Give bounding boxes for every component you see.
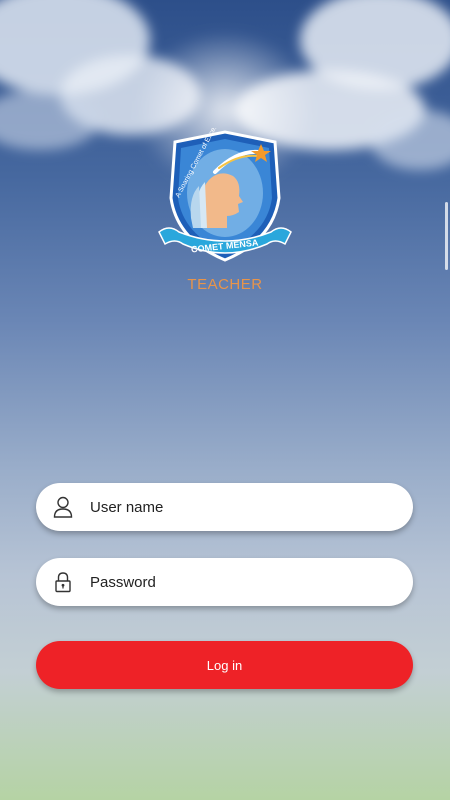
login-screen: A Soaring Comet of Excellence COMET MENS… bbox=[0, 0, 450, 800]
username-input[interactable] bbox=[90, 492, 380, 522]
user-icon bbox=[53, 496, 73, 518]
role-label: TEACHER bbox=[187, 276, 263, 293]
school-logo: A Soaring Comet of Excellence COMET MENS… bbox=[158, 128, 292, 262]
lock-icon bbox=[53, 571, 73, 593]
login-button[interactable]: Log in bbox=[36, 641, 413, 689]
password-field[interactable] bbox=[36, 558, 413, 606]
username-field[interactable] bbox=[36, 483, 413, 531]
scrollbar[interactable] bbox=[445, 202, 448, 270]
password-input[interactable] bbox=[90, 567, 380, 597]
